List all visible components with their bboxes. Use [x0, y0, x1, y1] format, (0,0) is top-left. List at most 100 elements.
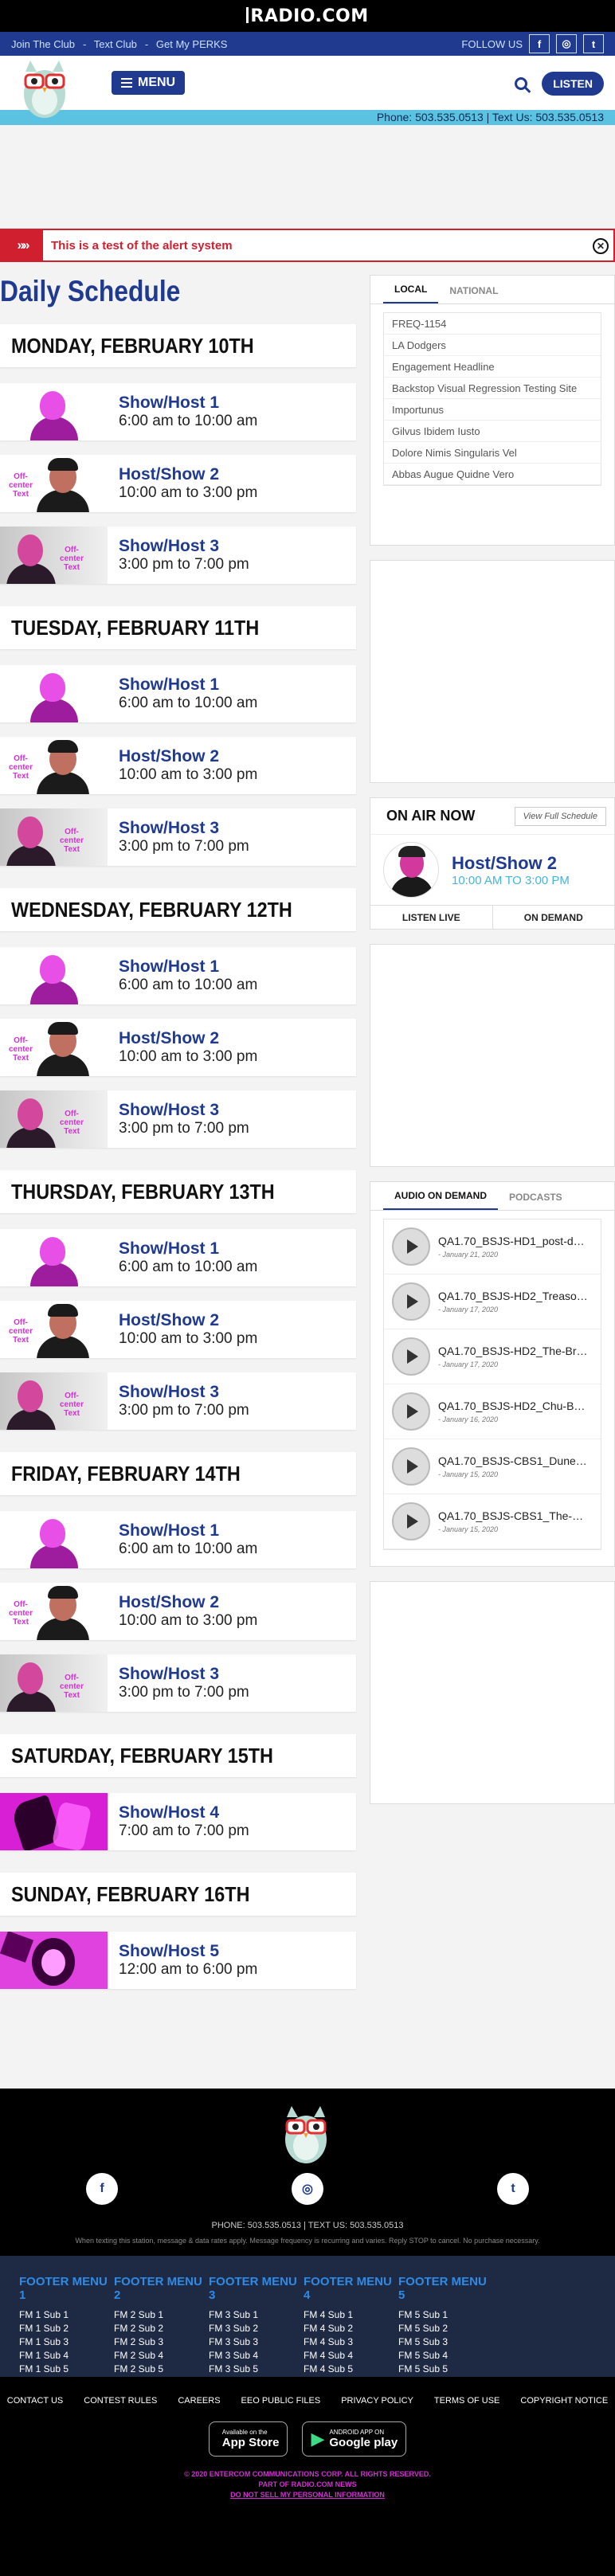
- trending-item[interactable]: Engagement Headline: [384, 356, 601, 378]
- part-of-text[interactable]: PART OF RADIO.COM NEWS: [0, 2480, 615, 2490]
- trending-item[interactable]: Importunus: [384, 399, 601, 421]
- footer-menu-item[interactable]: FM 4 Sub 4: [304, 2349, 398, 2363]
- podcast-item[interactable]: QA1.70_BSJS-CBS1_Dune-Cl... - January 15,…: [384, 1439, 601, 1494]
- podcast-item[interactable]: QA1.70_BSJS-HD2_The-Bride... - January 17…: [384, 1329, 601, 1384]
- show-card[interactable]: Off-center Text Host/Show 2 10:00 am to 3:…: [0, 455, 356, 512]
- show-card[interactable]: Show/Host 1 6:00 am to 10:00 am: [0, 665, 356, 722]
- text-club-link[interactable]: Text Club: [94, 38, 137, 50]
- footer-menu-item[interactable]: FM 2 Sub 3: [114, 2335, 209, 2349]
- footer-menu-item[interactable]: FM 5 Sub 3: [398, 2335, 493, 2349]
- trending-item[interactable]: Dolore Nimis Singularis Vel: [384, 442, 601, 464]
- footer-menu-item[interactable]: FM 1 Sub 5: [19, 2363, 114, 2376]
- footer-menu-item[interactable]: FM 5 Sub 2: [398, 2322, 493, 2335]
- footer-link[interactable]: PRIVACY POLICY: [341, 2396, 413, 2406]
- footer-instagram-icon[interactable]: ◎: [292, 2173, 323, 2205]
- get-perks-link[interactable]: Get My PERKS: [156, 38, 228, 50]
- footer-menu-title[interactable]: FOOTER MENU 3: [209, 2275, 304, 2302]
- podcast-item[interactable]: QA1.70_BSJS-HD2_Treason-... - January 17,…: [384, 1274, 601, 1329]
- footer-menu-item[interactable]: FM 1 Sub 2: [19, 2322, 114, 2335]
- footer-link[interactable]: CAREERS: [178, 2396, 220, 2406]
- show-name[interactable]: Show/Host 4: [119, 1803, 249, 1822]
- menu-button[interactable]: MENU: [112, 71, 186, 95]
- listen-live-button[interactable]: LISTEN LIVE: [370, 906, 493, 929]
- footer-menu-item[interactable]: FM 3 Sub 2: [209, 2322, 304, 2335]
- search-icon[interactable]: [515, 77, 528, 90]
- show-card[interactable]: Off-center Text Host/Show 2 10:00 am to 3:…: [0, 737, 356, 794]
- show-name[interactable]: Host/Show 2: [119, 747, 257, 766]
- show-card[interactable]: Off-center Text Show/Host 3 3:00 pm to 7:0…: [0, 808, 356, 866]
- footer-menu-item[interactable]: FM 3 Sub 5: [209, 2363, 304, 2376]
- show-card[interactable]: Show/Host 1 6:00 am to 10:00 am: [0, 947, 356, 1004]
- podcast-item[interactable]: QA1.70_BSJS-HD2_Chu-Bu-a... - January 16,…: [384, 1384, 601, 1439]
- show-card[interactable]: Off-center Text Show/Host 3 3:00 pm to 7:0…: [0, 1090, 356, 1148]
- footer-menu-item[interactable]: FM 5 Sub 5: [398, 2363, 493, 2376]
- listen-button[interactable]: LISTEN: [542, 72, 604, 96]
- tab-national[interactable]: NATIONAL: [438, 285, 509, 303]
- show-name[interactable]: Show/Host 3: [119, 1383, 249, 1402]
- play-icon[interactable]: [392, 1282, 430, 1321]
- trending-item[interactable]: LA Dodgers: [384, 335, 601, 356]
- show-card[interactable]: Off-center Text Show/Host 3 3:00 pm to 7:0…: [0, 527, 356, 584]
- footer-link[interactable]: EEO PUBLIC FILES: [241, 2396, 321, 2406]
- trending-item[interactable]: Abbas Augue Quidne Vero: [384, 464, 601, 485]
- trending-item[interactable]: Gilvus Ibidem Iusto: [384, 421, 601, 442]
- show-name[interactable]: Show/Host 3: [119, 537, 249, 556]
- trending-item[interactable]: FREQ-1154: [384, 313, 601, 335]
- footer-link[interactable]: TERMS OF USE: [434, 2396, 500, 2406]
- podcast-item[interactable]: QA1.70_BSJS-CBS1_The-Cor... - January 15,…: [384, 1494, 601, 1549]
- tab-local[interactable]: LOCAL: [383, 284, 439, 303]
- show-card[interactable]: Show/Host 4 7:00 am to 7:00 pm: [0, 1793, 356, 1850]
- podcast-title[interactable]: QA1.70_BSJS-CBS1_Dune-Cl...: [438, 1454, 590, 1467]
- show-name[interactable]: Show/Host 3: [119, 819, 249, 838]
- show-card[interactable]: Off-center Text Host/Show 2 10:00 am to 3:…: [0, 1583, 356, 1640]
- show-name[interactable]: Host/Show 2: [119, 1311, 257, 1330]
- show-card[interactable]: Off-center Text Host/Show 2 10:00 am to 3:…: [0, 1301, 356, 1358]
- show-name[interactable]: Show/Host 3: [119, 1665, 249, 1684]
- show-name[interactable]: Show/Host 1: [119, 957, 257, 977]
- show-name[interactable]: Host/Show 2: [119, 1029, 257, 1048]
- show-name[interactable]: Host/Show 2: [119, 1593, 257, 1612]
- footer-menu-item[interactable]: FM 3 Sub 1: [209, 2308, 304, 2322]
- show-card[interactable]: Show/Host 5 12:00 am to 6:00 pm: [0, 1932, 356, 1989]
- footer-menu-item[interactable]: FM 5 Sub 1: [398, 2308, 493, 2322]
- tab-podcasts[interactable]: PODCASTS: [498, 1192, 574, 1210]
- show-name[interactable]: Show/Host 1: [119, 675, 257, 695]
- trending-item[interactable]: Backstop Visual Regression Testing Site: [384, 378, 601, 399]
- footer-link[interactable]: CONTACT US: [7, 2396, 64, 2406]
- footer-twitter-icon[interactable]: t: [497, 2173, 529, 2205]
- podcast-title[interactable]: QA1.70_BSJS-HD2_Treason-...: [438, 1290, 590, 1302]
- podcast-title[interactable]: QA1.70_BSJS-CBS1_The-Cor...: [438, 1509, 590, 1522]
- footer-menu-item[interactable]: FM 4 Sub 3: [304, 2335, 398, 2349]
- tab-audio-on-demand[interactable]: AUDIO ON DEMAND: [383, 1190, 498, 1210]
- footer-link[interactable]: COPYRIGHT NOTICE: [520, 2396, 608, 2406]
- show-name[interactable]: Show/Host 5: [119, 1942, 257, 1961]
- do-not-sell-link[interactable]: DO NOT SELL MY PERSONAL INFORMATION: [0, 2490, 615, 2500]
- podcast-title[interactable]: QA1.70_BSJS-HD2_The-Bride...: [438, 1345, 590, 1357]
- footer-menu-item[interactable]: FM 4 Sub 1: [304, 2308, 398, 2322]
- show-card[interactable]: Show/Host 1 6:00 am to 10:00 am: [0, 1511, 356, 1568]
- footer-menu-item[interactable]: FM 4 Sub 2: [304, 2322, 398, 2335]
- footer-menu-item[interactable]: FM 2 Sub 5: [114, 2363, 209, 2376]
- play-icon[interactable]: [392, 1502, 430, 1541]
- show-card[interactable]: Off-center Text Host/Show 2 10:00 am to 3:…: [0, 1019, 356, 1076]
- show-name[interactable]: Show/Host 3: [119, 1101, 249, 1120]
- footer-facebook-icon[interactable]: f: [86, 2173, 118, 2205]
- show-card[interactable]: Show/Host 1 6:00 am to 10:00 am: [0, 383, 356, 440]
- play-icon[interactable]: [392, 1227, 430, 1266]
- google-play-badge[interactable]: ▶ ANDROID APP ON Google play: [302, 2421, 407, 2457]
- footer-menu-title[interactable]: FOOTER MENU 5: [398, 2275, 493, 2302]
- footer-menu-item[interactable]: FM 3 Sub 4: [209, 2349, 304, 2363]
- play-icon[interactable]: [392, 1447, 430, 1486]
- footer-menu-title[interactable]: FOOTER MENU 4: [304, 2275, 398, 2302]
- alert-close-icon[interactable]: ✕: [593, 238, 609, 254]
- footer-menu-item[interactable]: FM 1 Sub 4: [19, 2349, 114, 2363]
- app-store-badge[interactable]: Available on the App Store: [208, 2421, 288, 2457]
- show-name[interactable]: Show/Host 1: [119, 1239, 257, 1259]
- instagram-icon[interactable]: ◎: [556, 34, 577, 53]
- view-full-schedule-button[interactable]: View Full Schedule: [514, 806, 606, 826]
- show-card[interactable]: Off-center Text Show/Host 3 3:00 pm to 7:0…: [0, 1654, 356, 1712]
- play-icon[interactable]: [392, 1337, 430, 1376]
- footer-menu-item[interactable]: FM 5 Sub 4: [398, 2349, 493, 2363]
- twitter-icon[interactable]: t: [583, 34, 604, 53]
- owl-logo-icon[interactable]: [19, 57, 70, 119]
